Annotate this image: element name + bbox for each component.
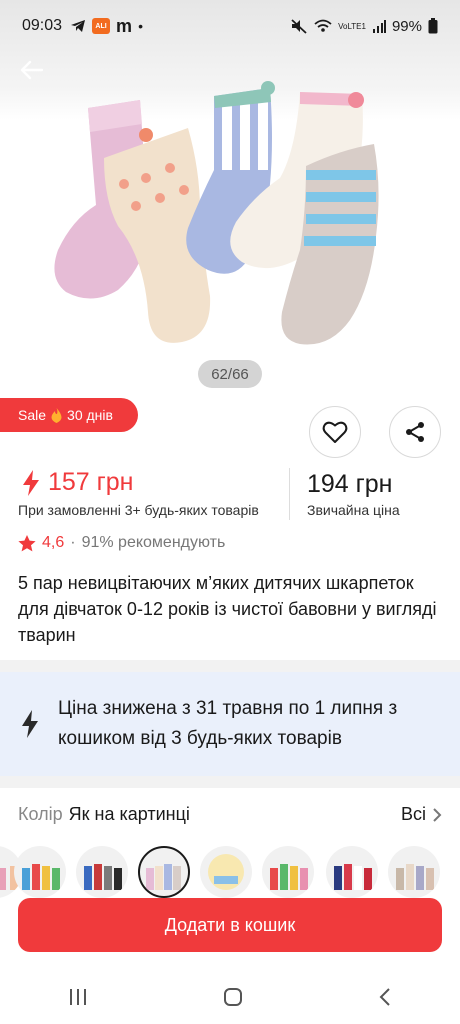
color-swatch[interactable] [14, 846, 66, 898]
color-value: Як на картинці [68, 804, 190, 824]
color-swatch[interactable] [200, 846, 252, 898]
product-title: 5 пар невицвітаючих м’яких дитячих шкарп… [18, 573, 437, 645]
socks-illustration [54, 81, 379, 345]
telegram-icon [71, 20, 86, 32]
status-bar: 09:03 ALI m • VoLTE1 99% [0, 0, 460, 52]
m-app-icon: m [116, 15, 133, 36]
share-icon [406, 422, 424, 442]
regular-price-label: Звичайна ціна [307, 502, 400, 518]
lightning-icon [22, 710, 38, 738]
fire-icon [51, 407, 62, 423]
sale-duration: 30 днів [67, 407, 113, 423]
regular-price-value: 194 грн [307, 470, 393, 498]
system-nav-bar [0, 970, 460, 1024]
add-to-cart-button[interactable]: Додати в кошик [18, 898, 442, 952]
recent-apps-icon[interactable] [68, 988, 88, 1006]
back-icon[interactable] [378, 987, 392, 1007]
recommend-text: 91% рекомендують [81, 534, 226, 551]
color-swatch[interactable] [262, 846, 314, 898]
promo-text: Ціна знижена з 31 травня по 1 липня з ко… [58, 698, 398, 749]
notification-icons: ALI m • [70, 16, 143, 37]
sale-label: Sale [18, 407, 47, 423]
chevron-right-icon [433, 807, 442, 822]
rating-value: 4,6 [42, 534, 65, 551]
color-swatch[interactable] [326, 846, 378, 898]
all-colors-label: Всі [400, 804, 426, 824]
favorite-button[interactable] [309, 406, 361, 458]
lightning-icon [23, 469, 39, 496]
all-colors-link[interactable]: Всі [401, 804, 442, 825]
product-page: 62/66 09:03 ALI m • VoLTE1 99% Sale 30 д… [0, 0, 460, 1024]
section-divider [0, 776, 460, 788]
more-notifications-icon: • [138, 18, 143, 34]
back-arrow-icon [20, 60, 44, 80]
rating-row[interactable]: 4,6 · 91% рекомендують [18, 534, 225, 552]
color-label: Колір [18, 804, 63, 824]
home-icon[interactable] [223, 987, 243, 1007]
share-button[interactable] [389, 406, 441, 458]
wifi-icon [314, 19, 332, 32]
rating-separator: · [70, 534, 76, 551]
product-image[interactable]: 62/66 [0, 0, 460, 398]
network-label: VoLTE1 [338, 21, 366, 31]
signal-icon [372, 20, 386, 33]
price-divider [289, 468, 290, 520]
mute-icon [291, 19, 307, 34]
sale-price-condition: При замовленні 3+ будь-яких товарів [18, 502, 259, 518]
color-swatch[interactable] [76, 846, 128, 898]
status-time: 09:03 [22, 17, 63, 34]
app-notification-icon: ALI [92, 18, 111, 34]
system-icons: VoLTE1 99% [290, 18, 438, 35]
star-icon [18, 534, 36, 551]
sale-price-value: 157 грн [48, 468, 134, 496]
color-swatch-selected[interactable] [138, 846, 190, 898]
battery-percent: 99% [391, 17, 422, 35]
image-counter: 62/66 [198, 360, 262, 388]
battery-icon [428, 18, 438, 34]
sale-badge: Sale 30 днів [0, 398, 138, 432]
promo-banner: Ціна знижена з 31 травня по 1 липня з ко… [0, 672, 460, 776]
color-selector-header: Колір Як на картинці Всі [18, 804, 442, 825]
section-divider [0, 660, 460, 672]
color-swatch[interactable] [388, 846, 440, 898]
heart-icon [322, 421, 348, 443]
color-swatches [0, 846, 460, 898]
sale-price: 157 грн [22, 468, 134, 497]
back-button[interactable] [18, 56, 46, 84]
